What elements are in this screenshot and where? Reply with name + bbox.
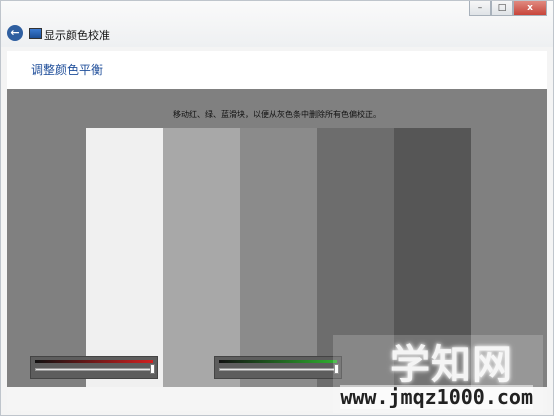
- watermark-logo-text: 学知网: [390, 342, 513, 388]
- window-frame: ← 显示颜色校准 – □ x 调整颜色平衡 移动红、绿、蓝滑块，以便从灰色条中删…: [0, 0, 554, 416]
- red-slider-thumb[interactable]: [150, 364, 155, 374]
- close-button[interactable]: x: [513, 1, 547, 16]
- back-arrow-icon[interactable]: ←: [7, 25, 23, 41]
- green-slider-track: [219, 360, 337, 363]
- maximize-button[interactable]: □: [491, 1, 513, 16]
- green-slider: [214, 356, 342, 379]
- red-slider-track: [35, 360, 153, 363]
- watermark-url: www.jmqz1000.com: [340, 385, 533, 409]
- window-title: 显示颜色校准: [44, 29, 110, 42]
- red-slider-rail[interactable]: [35, 368, 153, 371]
- page-title: 调整颜色平衡: [31, 63, 104, 77]
- red-slider: [30, 356, 158, 379]
- instruction-text: 移动红、绿、蓝滑块，以便从灰色条中删除所有色偏校正。: [173, 110, 381, 119]
- monitor-icon: [29, 28, 42, 39]
- watermark: 学知网 www.jmqz1000.com: [333, 335, 543, 413]
- green-slider-rail[interactable]: [219, 368, 337, 371]
- window-controls: – □ x: [469, 1, 547, 19]
- title-bar: ← 显示颜色校准 – □ x: [1, 1, 553, 47]
- minimize-button[interactable]: –: [469, 1, 491, 16]
- header-band: 调整颜色平衡: [7, 51, 547, 89]
